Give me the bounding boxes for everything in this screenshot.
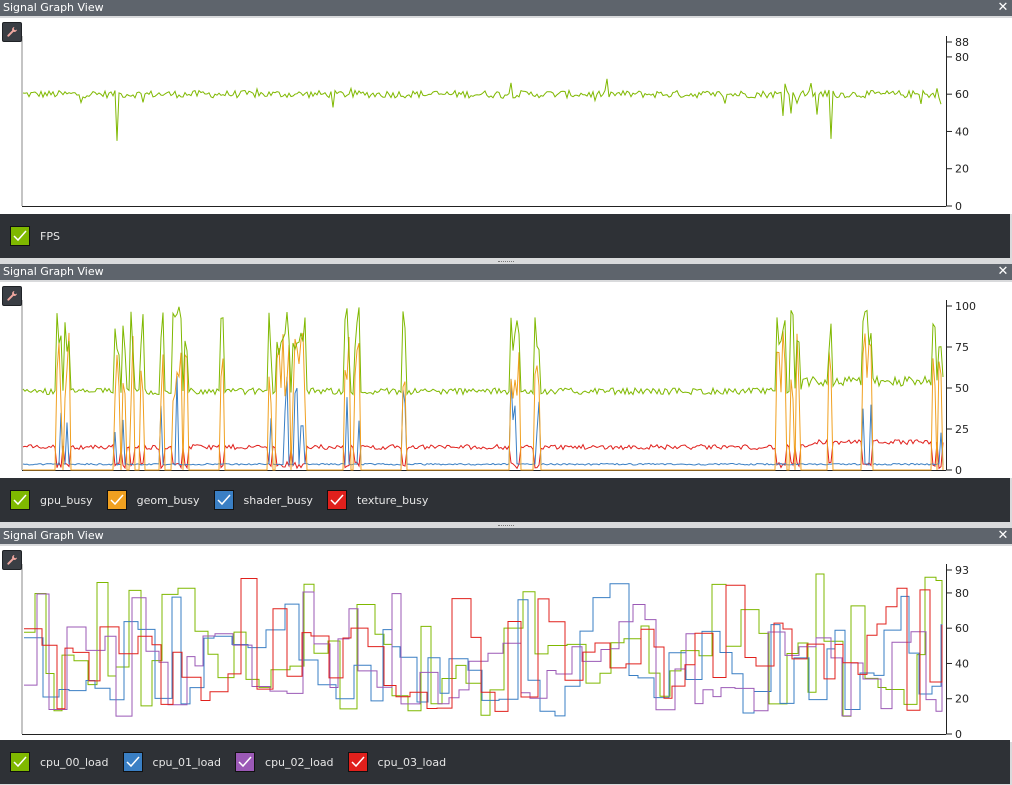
checkbox-icon[interactable] [235, 752, 256, 772]
legend-label: cpu_02_load [265, 755, 334, 769]
panel-title: Signal Graph View [3, 265, 104, 278]
y-tick-label: 60 [955, 88, 969, 101]
fps-series-line [22, 78, 942, 141]
y-tick-label: 88 [955, 36, 969, 49]
gpu-chart: 0 25 50 75 100 [21, 300, 976, 477]
fps-chart: 0 20 40 60 80 88 [21, 36, 969, 213]
panel-title: Signal Graph View [3, 1, 104, 14]
close-icon[interactable]: ✕ [997, 264, 1009, 280]
cpu-chart: 02040608093 [21, 564, 969, 741]
checkbox-icon[interactable] [122, 752, 143, 772]
wrench-icon[interactable] [2, 22, 22, 42]
y-tick-label: 100 [955, 300, 976, 313]
legend: gpu_busy geom_busy shader_busy texture_busy [0, 478, 1010, 522]
panel-titlebar[interactable]: Signal Graph View ✕ [0, 0, 1012, 16]
wrench-icon[interactable] [2, 550, 22, 570]
y-tick-label: 75 [955, 341, 969, 354]
y-tick-label: 50 [955, 382, 969, 395]
legend-label: FPS [40, 229, 60, 243]
y-tick-label: 20 [955, 163, 969, 176]
wrench-icon[interactable] [2, 286, 22, 306]
legend-item[interactable]: geom_busy [106, 490, 200, 510]
panel-titlebar[interactable]: Signal Graph View ✕ [0, 528, 1012, 544]
y-tick-label: 0 [955, 200, 962, 213]
legend-item[interactable]: cpu_02_load [235, 752, 334, 772]
y-tick-label: 80 [955, 587, 969, 600]
graph-area[interactable]: 0 25 50 75 100 [0, 282, 1012, 478]
graph-area[interactable]: 0 20 40 60 80 88 [0, 18, 1012, 214]
signal-graph-panel-fps: Signal Graph View ✕ 0 20 40 60 80 88 FPS [0, 0, 1012, 260]
panel-title: Signal Graph View [3, 529, 104, 542]
legend-label: gpu_busy [40, 493, 93, 507]
legend-item[interactable]: shader_busy [213, 490, 313, 510]
legend-item[interactable]: gpu_busy [10, 490, 93, 510]
checkbox-icon[interactable] [347, 752, 368, 772]
legend-label: geom_busy [136, 493, 200, 507]
legend-item[interactable]: FPS [10, 226, 60, 246]
legend-label: cpu_03_load [377, 755, 447, 769]
checkbox-icon[interactable] [10, 226, 30, 246]
legend-label: cpu_00_load [40, 755, 109, 769]
legend-item[interactable]: texture_busy [326, 490, 429, 510]
legend-item[interactable]: cpu_03_load [347, 752, 447, 772]
legend-label: cpu_01_load [152, 755, 222, 769]
signal-graph-panel-gpu: Signal Graph View ✕ 0 25 50 75 100 gpu_busy g… [0, 264, 1012, 524]
checkbox-icon[interactable] [10, 490, 30, 510]
legend-label: texture_busy [356, 493, 429, 507]
checkbox-icon[interactable] [10, 752, 30, 772]
y-tick-label: 20 [955, 693, 969, 706]
checkbox-icon[interactable] [106, 490, 127, 510]
close-icon[interactable]: ✕ [997, 528, 1009, 544]
legend: FPS [0, 214, 1010, 258]
gpu-busy-line [22, 306, 944, 396]
legend-label: shader_busy [243, 493, 313, 507]
legend-item[interactable]: cpu_00_load [10, 752, 109, 772]
y-tick-label: 40 [955, 125, 969, 138]
close-icon[interactable]: ✕ [997, 0, 1009, 16]
legend-item[interactable]: cpu_01_load [122, 752, 222, 772]
panel-titlebar[interactable]: Signal Graph View ✕ [0, 264, 1012, 280]
checkbox-icon[interactable] [213, 490, 234, 510]
y-tick-label: 80 [955, 51, 969, 64]
y-tick-label: 25 [955, 423, 969, 436]
graph-area[interactable]: 0 20 40 60 80 93 [0, 546, 1012, 742]
y-tick-label: 0 [955, 464, 962, 477]
checkbox-icon[interactable] [326, 490, 347, 510]
y-tick-label: 93 [955, 564, 969, 577]
signal-graph-panel-cpu: Signal Graph View ✕ 0 20 40 60 80 93 cpu_00_l… [0, 528, 1012, 785]
legend: cpu_00_load cpu_01_load cpu_02_load cpu_03_… [0, 740, 1010, 784]
y-tick-label: 60 [955, 622, 969, 635]
cpu-00-load-line [24, 573, 943, 717]
y-tick-label: 40 [955, 657, 969, 670]
